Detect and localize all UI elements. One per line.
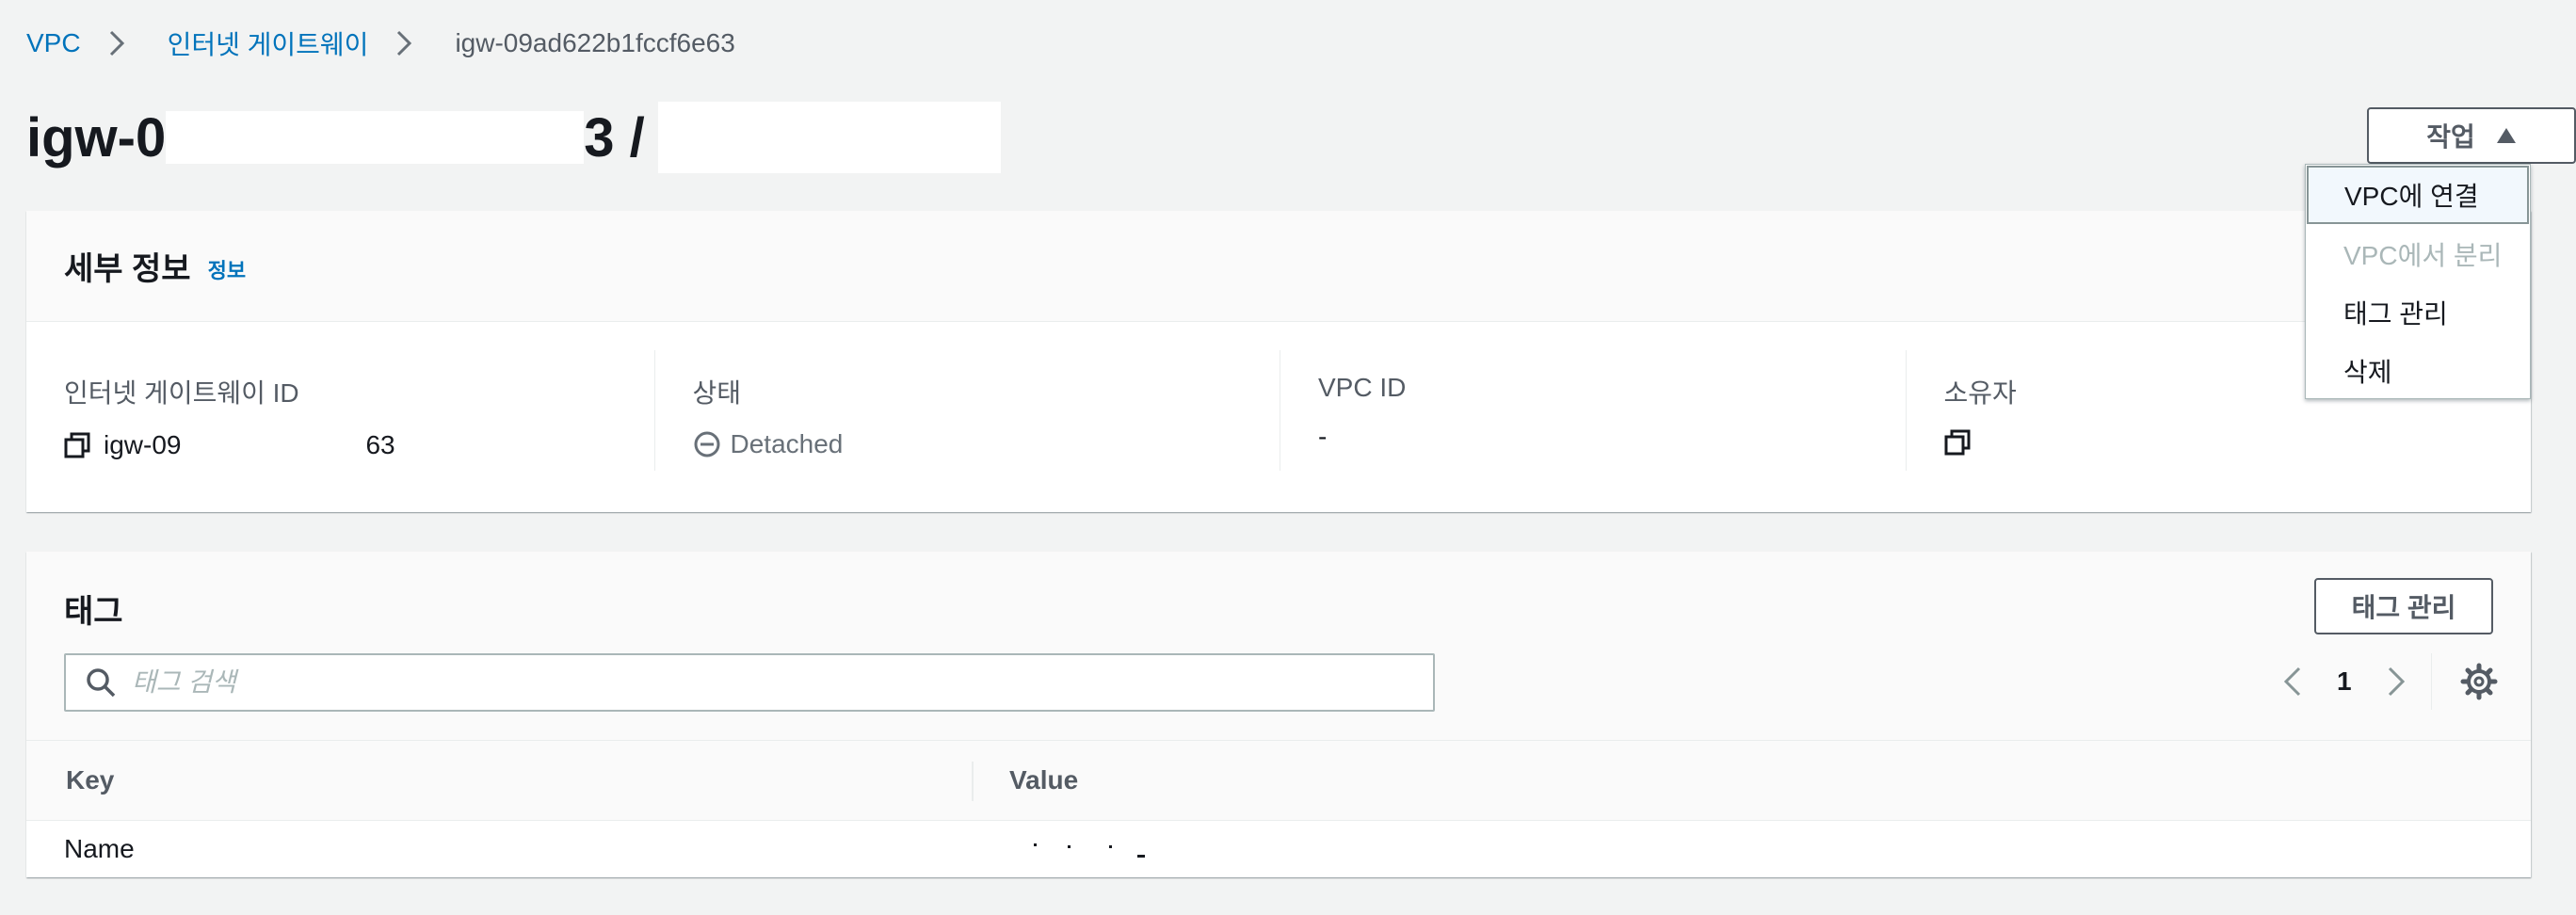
info-link[interactable]: 정보 [208,254,246,284]
chevron-right-icon[interactable] [2376,663,2414,700]
actions-label: 작업 [2426,122,2475,152]
tag-search-box [64,653,1435,712]
menu-item-delete[interactable]: 삭제 [2306,342,2530,400]
column-header-key[interactable]: Key [66,765,114,795]
page-title: igw-0 3 / [26,102,1001,173]
chevron-right-icon [100,26,134,60]
table-row: Name [26,821,2531,877]
redaction-remnant [1034,843,1037,846]
details-header: 세부 정보 정보 [26,211,2531,322]
detail-value: - [1318,422,1328,451]
current-page-number[interactable]: 1 [2337,666,2352,697]
page: VPC 인터넷 게이트웨이 igw-09ad622b1fccf6e63 igw-… [0,0,2576,915]
chevron-right-icon [387,26,421,60]
tags-table-header: Key Value [26,740,2531,821]
redaction-block [657,102,1001,173]
breadcrumb-current: igw-09ad622b1fccf6e63 [455,28,735,57]
menu-item-detach-vpc: VPC에서 분리 [2343,241,2503,270]
detail-value: Detached [693,429,1280,459]
chevron-left-icon[interactable] [2275,663,2312,700]
copy-icon[interactable] [1944,429,1971,456]
redaction-remnant [1137,855,1145,858]
caret-up-icon [2496,128,2516,143]
minus-circle-icon [694,431,719,458]
menu-item-attach-vpc[interactable]: VPC에 연결 [2307,166,2529,224]
breadcrumb-vpc-link[interactable]: VPC [26,28,81,58]
tags-title: 태그 [64,594,123,630]
detail-label: 인터넷 게이트웨이 ID [64,378,299,408]
details-panel: 세부 정보 정보 인터넷 게이트웨이 ID igw-09 63 상태 Detac… [26,211,2531,512]
actions-button[interactable]: 작업 [2367,107,2576,164]
state-value: Detached [730,429,844,458]
detail-vpc-id: VPC ID - [1280,350,1906,471]
details-title: 세부 정보 [64,251,191,287]
tags-panel: 태그 태그 관리 1 [26,552,2531,877]
actions-dropdown-menu: VPC에 연결 VPC에서 분리 태그 관리 삭제 [2305,164,2531,399]
tags-header: 태그 태그 관리 1 [26,552,2531,740]
divider [2430,653,2432,710]
tag-value-cell-redacted [1009,840,1198,859]
redaction-remnant [1068,845,1071,848]
menu-item-manage-tags[interactable]: 태그 관리 [2306,283,2530,342]
detail-label: 상태 [692,378,742,408]
tag-key-cell: Name [64,834,135,863]
column-resizer[interactable] [972,762,974,801]
column-header-value[interactable]: Value [1009,765,1078,795]
breadcrumb-igw-link[interactable]: 인터넷 게이트웨이 [168,24,369,62]
detail-value [1944,429,2532,456]
igw-id-suffix: 63 [365,430,395,459]
details-columns: 인터넷 게이트웨이 ID igw-09 63 상태 Detached VPC I… [26,322,2531,471]
manage-tags-button[interactable]: 태그 관리 [2314,578,2493,634]
pagination: 1 [2275,653,2498,710]
redaction-block [181,429,366,461]
detail-value: igw-09 63 [64,429,654,461]
tag-search-input[interactable] [132,667,1356,698]
detail-igw-id: 인터넷 게이트웨이 ID igw-09 63 [26,350,654,471]
title-prefix: igw-0 [26,106,167,169]
search-icon [87,668,116,698]
gear-icon[interactable] [2460,663,2498,700]
detail-label: VPC ID [1318,373,1407,402]
detail-state: 상태 Detached [653,350,1280,471]
breadcrumb: VPC 인터넷 게이트웨이 igw-09ad622b1fccf6e63 [26,24,735,62]
igw-id-prefix: igw-09 [104,430,182,459]
copy-icon[interactable] [64,432,90,458]
redaction-block [166,111,585,164]
redaction-remnant [1109,845,1112,848]
title-suffix: 3 / [584,106,645,169]
